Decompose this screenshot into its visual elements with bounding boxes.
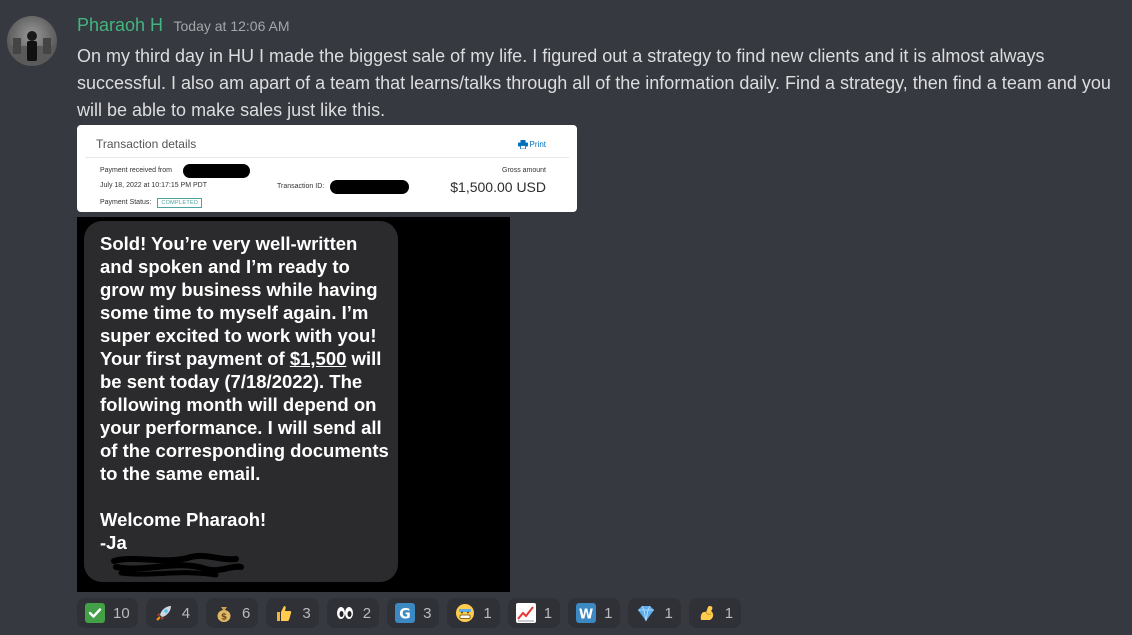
reaction-chart[interactable]: 1 bbox=[507, 598, 561, 628]
reaction-g[interactable]: G 3 bbox=[387, 598, 440, 628]
reaction-count: 2 bbox=[362, 604, 372, 622]
printer-icon bbox=[517, 140, 528, 149]
message-text: On my third day in HU I made the biggest… bbox=[77, 46, 1111, 120]
g-letter-icon: G bbox=[395, 603, 416, 623]
avatar[interactable] bbox=[7, 16, 57, 66]
thumbs-up-icon bbox=[274, 603, 294, 623]
reaction-count: 10 bbox=[113, 604, 130, 622]
redaction-mark bbox=[183, 164, 250, 178]
payment-status-label: Payment Status: bbox=[100, 199, 152, 206]
reaction-count: 3 bbox=[302, 604, 311, 622]
reaction-thumbs-up[interactable]: 3 bbox=[266, 598, 319, 628]
reaction-count: 1 bbox=[483, 604, 492, 622]
payment-date: July 18, 2022 at 10:17:15 PM PDT bbox=[100, 182, 208, 189]
eyes-icon bbox=[335, 603, 355, 623]
reaction-check[interactable]: 10 bbox=[77, 598, 138, 628]
reaction-rocket[interactable]: 4 bbox=[145, 598, 199, 628]
reaction-money-bag[interactable]: $ 6 bbox=[206, 598, 259, 628]
print-link: Print bbox=[517, 140, 546, 149]
divider bbox=[85, 157, 569, 158]
print-label: Print bbox=[529, 140, 546, 149]
reaction-count: 1 bbox=[724, 604, 734, 622]
face-icon bbox=[455, 603, 475, 623]
check-mark-icon bbox=[85, 603, 105, 623]
message-header: Pharaoh H Today at 12:06 AM bbox=[77, 15, 289, 36]
redaction-mark bbox=[330, 180, 409, 194]
avatar-photo-icon bbox=[7, 31, 57, 66]
transaction-image[interactable]: Transaction details Print Payment receiv… bbox=[77, 125, 577, 212]
timestamp[interactable]: Today at 12:06 AM bbox=[174, 18, 290, 34]
sms-amount-link: $1,500 bbox=[289, 348, 347, 369]
flexed-biceps-icon bbox=[697, 603, 717, 623]
reaction-count: 3 bbox=[423, 604, 432, 622]
sms-text: Sold! You’re very well-written and spoke… bbox=[100, 232, 394, 554]
gross-amount-value: $1,500.00 USD bbox=[450, 179, 546, 195]
reaction-count: 1 bbox=[664, 604, 673, 622]
reaction-count: 1 bbox=[604, 604, 613, 622]
gross-amount-label: Gross amount bbox=[502, 167, 546, 174]
svg-text:G: G bbox=[399, 607, 411, 623]
sms-text-part: will be sent today (7/18/2022). The foll… bbox=[100, 348, 389, 553]
money-bag-icon: $ bbox=[214, 603, 234, 623]
w-letter-icon: W bbox=[576, 603, 597, 623]
payment-status: Payment Status: COMPLETED bbox=[100, 198, 203, 208]
chart-up-icon bbox=[515, 603, 536, 623]
reaction-count: 1 bbox=[543, 604, 553, 622]
reaction-count: 4 bbox=[181, 604, 191, 622]
sms-bubble: Sold! You’re very well-written and spoke… bbox=[84, 221, 398, 582]
svg-text:$: $ bbox=[221, 613, 227, 623]
reaction-w[interactable]: W 1 bbox=[568, 598, 621, 628]
gem-icon bbox=[636, 603, 656, 623]
username[interactable]: Pharaoh H bbox=[77, 15, 163, 35]
status-badge: COMPLETED bbox=[157, 198, 203, 208]
transaction-title: Transaction details bbox=[96, 137, 197, 151]
reaction-eyes[interactable]: 2 bbox=[326, 598, 380, 628]
sms-screenshot-image[interactable]: Sold! You’re very well-written and spoke… bbox=[77, 217, 510, 592]
reaction-face[interactable]: 1 bbox=[447, 598, 500, 628]
reaction-gem[interactable]: 1 bbox=[628, 598, 681, 628]
payment-from-label: Payment received from bbox=[100, 167, 172, 174]
rocket-icon bbox=[154, 603, 174, 623]
svg-text:W: W bbox=[579, 608, 593, 623]
reaction-bar: 10 4 $ 6 3 2 G 3 1 1 W 1 1 1 bbox=[77, 598, 742, 628]
reaction-flex[interactable]: 1 bbox=[688, 598, 742, 628]
reaction-count: 6 bbox=[242, 604, 251, 622]
transaction-id-label: Transaction ID: bbox=[277, 183, 325, 190]
redaction-scribble bbox=[111, 552, 244, 578]
